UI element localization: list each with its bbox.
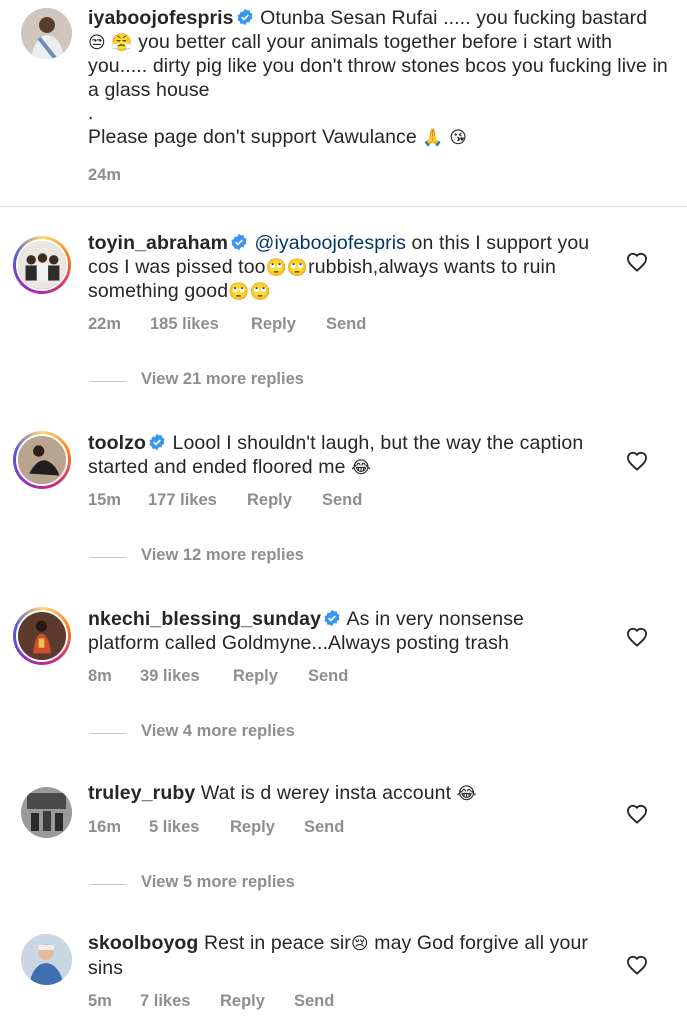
view-replies-label[interactable]: View 21 more replies — [141, 370, 304, 389]
caption-username[interactable]: iyaboojofespris — [88, 7, 234, 29]
like-button[interactable] — [626, 955, 648, 975]
comment-time: 22m — [88, 315, 122, 333]
verified-badge-icon — [324, 609, 340, 627]
comment-username[interactable]: nkechi_blessing_sunday — [88, 608, 321, 630]
replies-line — [90, 733, 126, 734]
caption-text: iyaboojofespris Otunba Sesan Rufai .....… — [88, 7, 668, 151]
send-button[interactable]: Send — [304, 818, 344, 837]
comment-username[interactable]: truley_ruby — [88, 782, 195, 804]
heart-outline-icon — [626, 804, 648, 824]
comment-body: Wat is d werey insta account — [200, 782, 452, 804]
heart-outline-icon — [626, 955, 648, 975]
caption-time: 24m — [88, 166, 122, 184]
emoji-joy: 😂 — [351, 457, 372, 478]
send-button[interactable]: Send — [322, 491, 362, 510]
comment-text: nkechi_blessing_sunday As in very nonsen… — [88, 608, 598, 655]
like-button[interactable] — [626, 804, 648, 824]
emoji-joy: 😂 — [456, 784, 477, 804]
avatar-toyin-abraham[interactable] — [13, 236, 71, 294]
reply-button[interactable]: Reply — [230, 818, 275, 837]
comment-text: toyin_abraham @iyaboojofespris on this I… — [88, 232, 598, 305]
send-button[interactable]: Send — [326, 315, 366, 334]
comment-username[interactable]: toyin_abraham — [88, 232, 228, 254]
verified-badge-icon — [237, 8, 253, 26]
likes-count[interactable]: 177 likes — [148, 491, 217, 510]
comment-body: Rest in peace sir — [203, 932, 351, 954]
comment-username[interactable]: toolzo — [88, 432, 146, 454]
avatar-iyaboojofespris[interactable] — [21, 8, 72, 59]
emoji-pray: 🙏 — [422, 127, 444, 148]
heart-outline-icon — [626, 627, 648, 647]
emoji-eye-roll: 🙄🙄 — [265, 257, 309, 278]
heart-outline-icon — [626, 252, 648, 272]
likes-count[interactable]: 7 likes — [140, 992, 190, 1011]
caption-body-3: Please page don't support Vawulance — [88, 125, 417, 148]
avatar-truley-ruby[interactable] — [21, 787, 72, 838]
emoji-crying: 😢 — [350, 934, 369, 954]
likes-count[interactable]: 5 likes — [149, 818, 199, 837]
likes-count[interactable]: 185 likes — [150, 315, 219, 334]
mention-link[interactable]: @iyaboojofespris — [255, 232, 406, 254]
send-button[interactable]: Send — [308, 667, 348, 686]
replies-line — [90, 381, 126, 382]
comment-text: truley_ruby Wat is d werey insta account… — [88, 782, 598, 807]
view-replies-label[interactable]: View 5 more replies — [141, 873, 295, 892]
like-button[interactable] — [626, 252, 648, 272]
heart-outline-icon — [626, 451, 648, 471]
emoji-unamused: 😒 — [88, 32, 106, 53]
view-replies-label[interactable]: View 12 more replies — [141, 546, 304, 565]
caption-body: Otunba Sesan Rufai ..... you fucking bas… — [260, 7, 648, 29]
comment-time: 15m — [88, 491, 122, 509]
like-button[interactable] — [626, 627, 648, 647]
avatar-toolzo[interactable] — [13, 431, 71, 489]
like-button[interactable] — [626, 451, 648, 471]
verified-badge-icon — [149, 433, 165, 451]
emoji-eye-roll-2: 🙄🙄 — [228, 282, 271, 303]
avatar-nkechi-blessing-sunday[interactable] — [13, 607, 71, 665]
reply-button[interactable]: Reply — [247, 491, 292, 510]
reply-button[interactable]: Reply — [233, 667, 278, 686]
view-replies-label[interactable]: View 4 more replies — [141, 722, 295, 741]
replies-line — [90, 557, 126, 558]
replies-line — [90, 884, 126, 885]
comment-text: toolzo Loool I shouldn't laugh, but the … — [88, 432, 598, 480]
emoji-kiss: 😘 — [449, 127, 468, 148]
avatar-skoolboyog[interactable] — [21, 934, 72, 985]
divider — [0, 206, 687, 207]
reply-button[interactable]: Reply — [251, 315, 296, 334]
comment-text: skoolboyog Rest in peace sir😢 may God fo… — [88, 932, 598, 980]
likes-count[interactable]: 39 likes — [140, 667, 200, 686]
comment-username[interactable]: skoolboyog — [88, 932, 198, 954]
reply-button[interactable]: Reply — [220, 992, 265, 1011]
emoji-triumph: 😤 — [111, 32, 133, 53]
comment-time: 5m — [88, 992, 112, 1010]
caption-dot: . — [88, 102, 94, 125]
comment-time: 8m — [88, 667, 112, 685]
caption-body-2: you better call your animals together be… — [88, 30, 668, 101]
verified-badge-icon — [231, 233, 247, 251]
send-button[interactable]: Send — [294, 992, 334, 1011]
comment-time: 16m — [88, 818, 122, 836]
